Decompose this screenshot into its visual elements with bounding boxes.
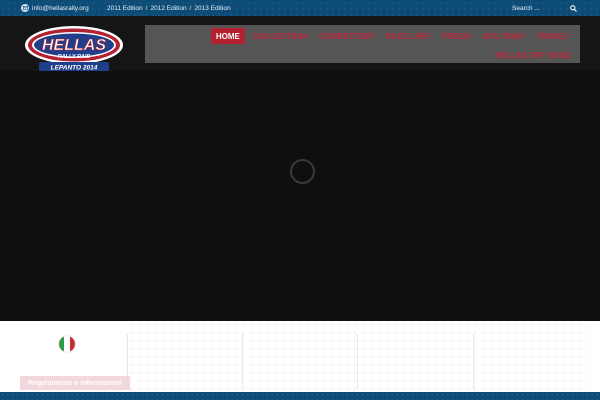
main-nav-panel: HOME 2014 EDITION ▾ COMPETITOR ▾ RACE LIVE… bbox=[145, 25, 580, 63]
logo-subtitle: RALLY RAID bbox=[58, 54, 91, 60]
main-nav-second-row: HELLAS OFF ROAD bbox=[490, 47, 576, 63]
logo-word: HELLAS bbox=[42, 37, 106, 54]
search-icon[interactable] bbox=[570, 4, 577, 12]
envelope-icon bbox=[21, 4, 29, 12]
nav-item-2014-edition[interactable]: 2014 EDITION ▾ bbox=[248, 28, 314, 44]
column-divider bbox=[357, 334, 358, 389]
edition-link-2011[interactable]: 2011 Edition bbox=[107, 5, 143, 12]
column-divider bbox=[473, 334, 474, 389]
nav-item-race-live[interactable]: RACE LIVE ▾ bbox=[381, 28, 437, 44]
nav-item-travel[interactable]: TRAVEL ▾ bbox=[531, 28, 576, 44]
edition-separator: / bbox=[145, 4, 148, 12]
nav-item-hellas-off-road[interactable]: HELLAS OFF ROAD bbox=[490, 47, 576, 63]
search-input[interactable] bbox=[512, 3, 570, 13]
italy-flag-icon[interactable] bbox=[59, 336, 75, 352]
nav-item-press[interactable]: PRESS ▾ bbox=[437, 28, 478, 44]
column-divider bbox=[242, 334, 243, 389]
chevron-down-icon: ▾ bbox=[306, 33, 309, 39]
nav-item-home[interactable]: HOME bbox=[210, 28, 245, 44]
loading-spinner-icon bbox=[290, 159, 315, 184]
site-header: HELLAS RALLY RAID LEPANTO 2014 HOME 2014… bbox=[0, 16, 600, 72]
regulations-button[interactable]: Regolamento e informazioni bbox=[20, 376, 130, 390]
edition-link-2012[interactable]: 2012 Edition bbox=[150, 5, 186, 12]
chevron-down-icon: ▾ bbox=[568, 33, 571, 39]
chevron-down-icon: ▾ bbox=[469, 33, 473, 39]
nav-item-competitor[interactable]: COMPETITOR ▾ bbox=[314, 28, 381, 44]
email-text: info@hellasrally.org bbox=[32, 4, 89, 12]
main-nav: HOME 2014 EDITION ▾ COMPETITOR ▾ RACE LIVE… bbox=[210, 28, 576, 44]
info-section: Regolamento e informazioni bbox=[0, 321, 600, 392]
top-bar: info@hellasrally.org 2011 Edition / 2012… bbox=[0, 0, 600, 16]
editions-links: 2011 Edition / 2012 Edition / 2013 Editi… bbox=[107, 4, 231, 12]
edition-link-2013[interactable]: 2013 Edition bbox=[194, 5, 230, 12]
chevron-down-icon: ▾ bbox=[429, 33, 432, 39]
search-box bbox=[512, 3, 578, 13]
chevron-down-icon: ▾ bbox=[373, 33, 376, 39]
chevron-down-icon: ▾ bbox=[523, 33, 527, 39]
email-link[interactable]: info@hellasrally.org bbox=[21, 4, 89, 12]
nav-item-adv-raid[interactable]: ADV. RAID ▾ bbox=[477, 28, 531, 44]
bottom-strip bbox=[0, 392, 600, 400]
hero-slider[interactable] bbox=[0, 71, 600, 321]
edition-separator: / bbox=[189, 4, 192, 12]
